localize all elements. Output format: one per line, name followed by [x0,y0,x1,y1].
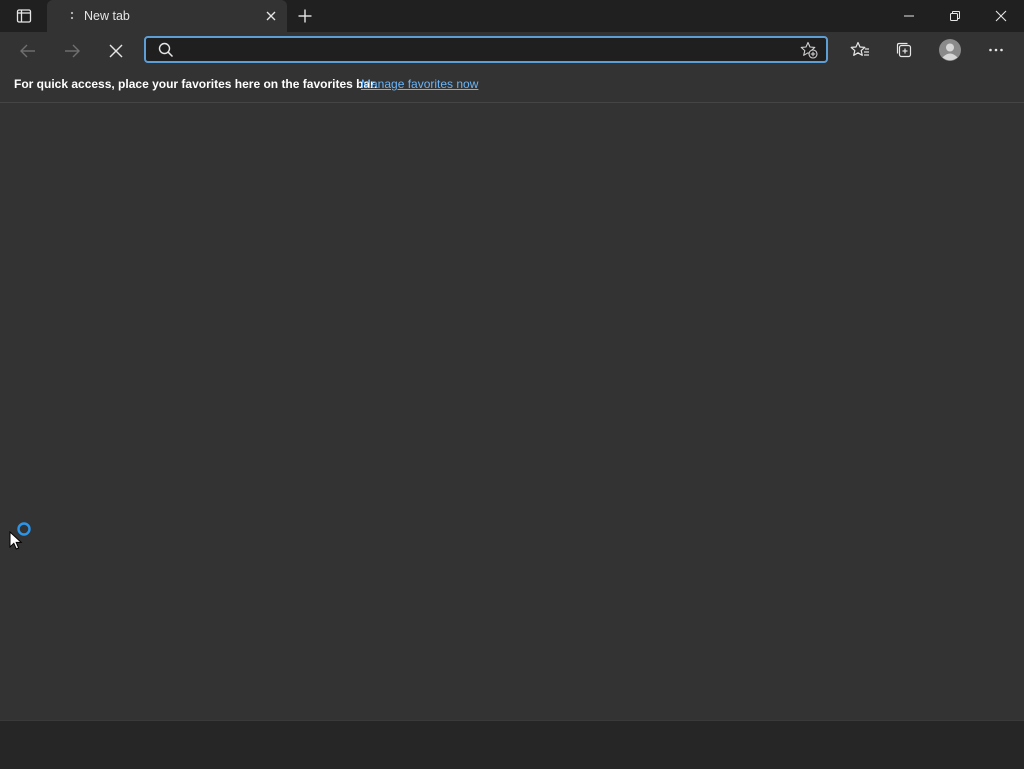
taskbar [0,720,1024,769]
loading-dots-icon [59,8,75,24]
restore-button[interactable] [932,0,978,32]
tab-title: New tab [84,9,130,23]
back-button[interactable] [12,36,44,66]
close-window-button[interactable] [978,0,1024,32]
arrow-right-icon [65,44,80,58]
close-icon [995,10,1007,22]
search-icon [158,42,174,58]
plus-icon [298,9,312,23]
forward-button[interactable] [56,36,88,66]
favorites-bar-message: For quick access, place your favorites h… [14,77,378,91]
restore-icon [950,11,960,21]
profile-button[interactable] [935,36,965,64]
address-bar[interactable] [144,36,828,63]
minimize-button[interactable] [886,0,932,32]
title-bar: New tab [0,0,1024,32]
tab-actions-icon [16,9,32,23]
minimize-icon [904,15,914,17]
more-icon [989,48,1003,52]
star-plus-icon[interactable] [800,41,818,59]
address-input[interactable] [182,39,796,62]
stop-button[interactable] [100,36,132,66]
favorites-icon [850,41,869,56]
tab-actions-button[interactable] [10,4,38,28]
busy-cursor-icon [9,520,35,555]
page-content [0,103,1024,720]
favorites-button[interactable] [845,36,875,64]
stop-icon [109,44,123,58]
tab-new-tab[interactable]: New tab [47,0,287,32]
arrow-left-icon [20,44,35,58]
collections-icon [896,42,912,58]
close-tab-button[interactable] [261,6,281,26]
manage-favorites-link[interactable]: Manage favorites now [361,77,478,91]
new-tab-button[interactable] [291,3,319,29]
settings-more-button[interactable] [981,36,1011,64]
collections-button[interactable] [889,36,919,64]
close-icon [266,11,276,21]
avatar-icon [939,39,961,61]
